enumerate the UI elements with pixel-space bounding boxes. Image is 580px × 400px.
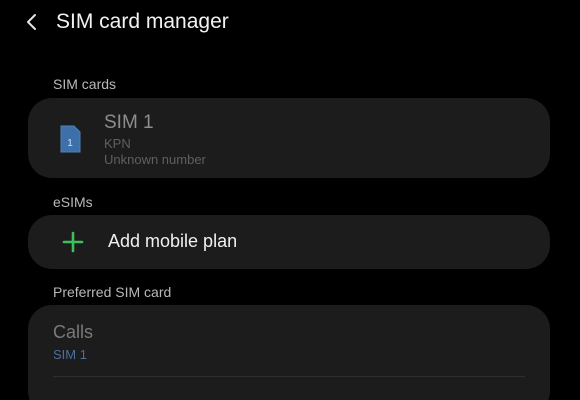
calls-sim-value: SIM 1 — [53, 347, 87, 362]
sim-number: Unknown number — [104, 152, 206, 167]
calls-preference-item[interactable] — [28, 305, 550, 375]
sim-name: SIM 1 — [104, 112, 154, 133]
divider — [53, 376, 525, 377]
app-bar: SIM card manager — [0, 0, 580, 46]
sim-carrier: KPN — [104, 136, 131, 151]
chevron-left-icon — [27, 14, 36, 30]
esims-section-label: eSIMs — [53, 194, 93, 210]
add-mobile-plan-button[interactable] — [28, 215, 550, 269]
page-title: SIM card manager — [56, 10, 229, 33]
sim-cards-section-label: SIM cards — [53, 76, 117, 92]
add-mobile-plan-label: Add mobile plan — [108, 231, 238, 251]
sim-card-icon: 1 — [60, 125, 81, 153]
sim-icon-number: 1 — [67, 138, 73, 149]
back-button[interactable] — [18, 8, 46, 36]
calls-label: Calls — [53, 322, 94, 342]
plus-icon — [62, 231, 84, 253]
preferred-sim-section-label: Preferred SIM card — [53, 284, 172, 300]
